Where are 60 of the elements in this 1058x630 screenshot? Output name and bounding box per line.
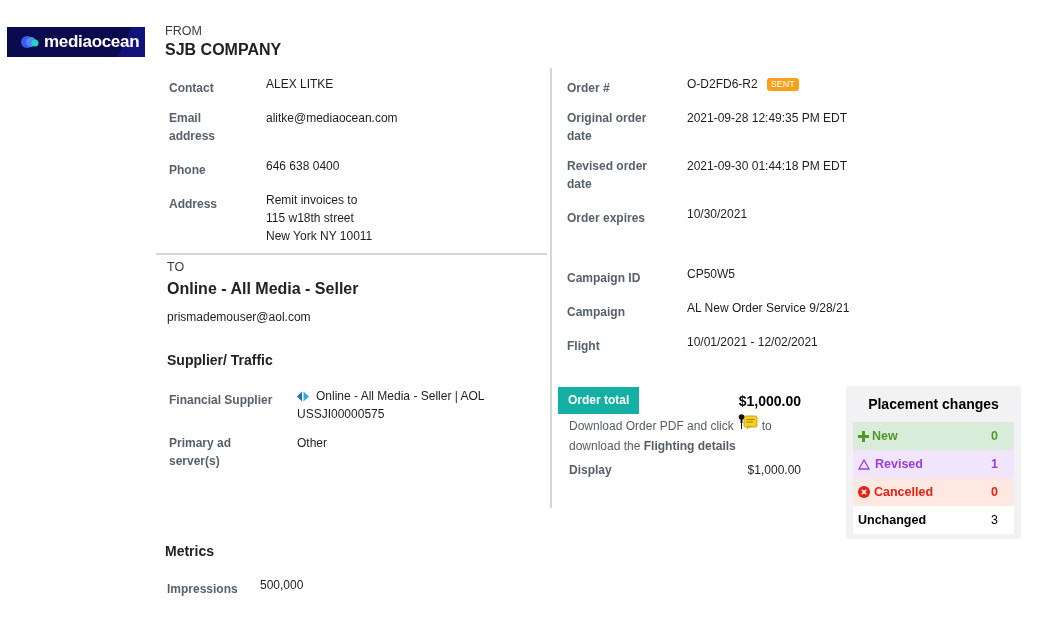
field-label: Address [169,196,219,213]
recipient-name: Online - All Media - Seller [167,279,359,299]
company-name: SJB COMPANY [165,40,282,60]
field-value: Remit invoices to 115 w18th street New York NY 10011 [266,192,373,245]
instructions-text: to [761,418,772,435]
order-total-label: Order total [558,387,640,414]
field-value: CP50W5 [687,266,736,283]
field-value: O-D2FD6-R2 [687,76,758,93]
change-count: 3 [991,512,998,529]
pin-note-icon [737,413,758,431]
section-title: Metrics [165,542,215,560]
field-value: 500,000 [260,577,304,594]
status-badge: SENT [766,78,799,91]
logo-wordmark: mediaocean [44,32,140,52]
x-circle-icon [858,486,870,498]
field-value: Other [297,435,327,452]
field-label: Campaign ID [567,271,641,285]
field-value: AL New Order Service 9/28/21 [687,300,850,317]
field-label: Email address [169,110,217,145]
instructions-text: download the Flighting details [569,438,736,455]
line-item-label: Display [569,462,612,479]
field-label: Order expires [567,210,647,227]
logo-mark-icon [21,34,41,50]
field-value: ALEX LITKE [266,76,334,93]
change-count: 1 [991,456,998,473]
change-label: New [872,428,898,445]
change-label: Cancelled [874,484,934,501]
plus-icon [858,430,869,442]
from-heading: FROM [165,23,202,39]
field-label: Original order date [567,110,648,145]
supplier-code: USSJI00000575 [297,406,385,423]
field-label: Campaign [567,305,625,319]
field-label: Contact [169,80,215,97]
change-label: Revised [875,456,923,473]
field-label: Phone [169,162,207,179]
recipient-email: prismademouser@aol.com [167,309,311,326]
triangle-icon [858,458,870,470]
field-label: Order # [567,80,611,97]
order-total-amount: $1,000.00 [738,391,801,410]
field-label: Primary ad server(s) [169,435,233,470]
to-heading: TO [167,259,185,275]
panel-title: Placement changes [868,395,999,414]
field-label: Revised order date [567,158,649,193]
field-value: 10/30/2021 [687,206,748,223]
section-title: Supplier/ Traffic [167,351,273,369]
change-label: Unchanged [858,512,927,529]
field-value: 646 638 0400 [266,158,340,175]
field-label: Financial Supplier [169,392,273,409]
supplier-name: Online - All Media - Seller | AOL [316,388,485,405]
field-label: Impressions [167,582,238,596]
field-value: 2021-09-28 12:49:35 PM EDT [687,110,848,127]
field-label: Flight [567,339,600,353]
change-count: 0 [991,484,998,501]
diamond-arrows-icon [297,390,309,402]
field-value: 10/01/2021 - 12/02/2021 [687,334,818,351]
field-value: 2021-09-30 01:44:18 PM EDT [687,158,848,175]
change-count: 0 [991,428,998,445]
instructions-text: Download Order PDF and click [569,418,734,435]
field-value: alitke@mediaocean.com [266,110,398,127]
line-item-amount: $1,000.00 [747,462,801,479]
